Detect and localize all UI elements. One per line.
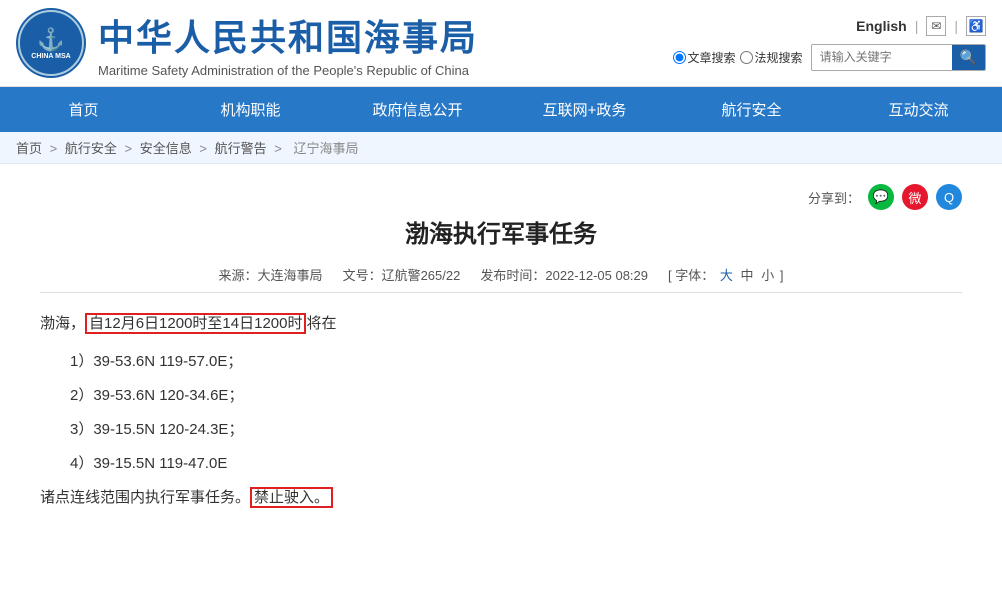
share-weibo-icon[interactable]: 微 [902, 184, 928, 210]
english-link[interactable]: English [856, 18, 907, 34]
source-label: 来源：大连海事局 [219, 265, 323, 284]
top-links: English | ✉ | ♿ [856, 16, 986, 36]
radio-law-input[interactable] [740, 51, 753, 64]
font-medium-btn[interactable]: 中 [741, 268, 754, 283]
article-body: 渤海，自12月6日1200时至14日1200时将在 1）39-53.6N 119… [40, 309, 962, 513]
nav-navigation-safety[interactable]: 航行安全 [668, 87, 835, 132]
breadcrumb-sep1: > [50, 141, 61, 156]
header-right: English | ✉ | ♿ 文章搜索 法规搜索 🔍 [673, 16, 986, 71]
breadcrumb-liaoning: 辽宁海事局 [293, 141, 358, 156]
main-nav: 首页 机构职能 政府信息公开 互联网+政务 航行安全 互动交流 [0, 87, 1002, 132]
radio-law-label: 法规搜索 [755, 49, 803, 66]
coord-row-1: 1）39-53.6N 119-57.0E； [70, 347, 962, 377]
search-button[interactable]: 🔍 [952, 45, 985, 70]
font-large-btn[interactable]: 大 [720, 268, 733, 283]
separator1: | [915, 18, 919, 34]
breadcrumb-safety-info[interactable]: 安全信息 [140, 141, 192, 156]
search-type-radios: 文章搜索 法规搜索 [673, 49, 803, 66]
email-icon[interactable]: ✉ [926, 16, 946, 36]
nav-org[interactable]: 机构职能 [167, 87, 334, 132]
share-row: 分享到： 💬 微 Q [40, 184, 962, 210]
body-paragraph1: 渤海，自12月6日1200时至14日1200时将在 [40, 309, 962, 339]
font-size-control: [ 字体： 大 中 小 ] [668, 265, 783, 284]
accessibility-icon[interactable]: ♿ [966, 16, 986, 36]
breadcrumb-sep2: > [125, 141, 136, 156]
site-title-en: Maritime Safety Administration of the Pe… [98, 63, 478, 78]
coord-row-3: 3）39-15.5N 120-24.3E； [70, 415, 962, 445]
publish-date: 发布时间：2022-12-05 08:29 [480, 265, 648, 284]
source-value: 大连海事局 [258, 268, 323, 283]
body-paragraph2: 诸点连线范围内执行军事任务。禁止驶入。 [40, 483, 962, 513]
highlighted-no-entry: 禁止驶入。 [250, 487, 333, 508]
site-title-cn: 中华人民共和国海事局 [98, 9, 478, 61]
doc-no: 文号：辽航警265/22 [343, 265, 461, 284]
share-label: 分享到： [808, 188, 860, 207]
radio-article[interactable]: 文章搜索 [673, 49, 736, 66]
search-row: 文章搜索 法规搜索 🔍 [673, 44, 986, 71]
main-content: 分享到： 💬 微 Q 渤海执行军事任务 来源：大连海事局 文号：辽航警265/2… [0, 164, 1002, 551]
nav-home[interactable]: 首页 [0, 87, 167, 132]
anchor-icon: ⚓ [37, 27, 64, 53]
breadcrumb-sep3: > [199, 141, 210, 156]
breadcrumb: 首页 > 航行安全 > 安全信息 > 航行警告 > 辽宁海事局 [0, 132, 1002, 164]
header-left: ⚓ CHINA MSA 中华人民共和国海事局 Maritime Safety A… [16, 8, 478, 78]
radio-article-label: 文章搜索 [688, 49, 736, 66]
date-value: 2022-12-05 08:29 [545, 268, 648, 283]
separator2: | [954, 18, 958, 34]
nav-gov-info[interactable]: 政府信息公开 [334, 87, 501, 132]
nav-interaction[interactable]: 互动交流 [835, 87, 1002, 132]
font-small-btn[interactable]: 小 [761, 268, 774, 283]
highlighted-date-range: 自12月6日1200时至14日1200时 [85, 313, 306, 334]
breadcrumb-nav-safety[interactable]: 航行安全 [65, 141, 117, 156]
search-input-wrap: 🔍 [811, 44, 986, 71]
nav-internet-plus[interactable]: 互联网+政务 [501, 87, 668, 132]
logo-text-china-msa: CHINA MSA [31, 53, 70, 60]
coord-row-4: 4）39-15.5N 119-47.0E [70, 449, 962, 479]
search-input[interactable] [812, 46, 952, 68]
body-text-will: 将在 [306, 315, 336, 332]
coordinates-list: 1）39-53.6N 119-57.0E； 2）39-53.6N 120-34.… [70, 347, 962, 479]
font-size-bracket-close: ] [780, 268, 784, 283]
radio-law[interactable]: 法规搜索 [740, 49, 803, 66]
doc-no-value: 辽航警265/22 [382, 268, 461, 283]
body-text-bohai: 渤海， [40, 315, 85, 332]
radio-article-input[interactable] [673, 51, 686, 64]
share-qq-icon[interactable]: Q [936, 184, 962, 210]
article-title: 渤海执行军事任务 [40, 214, 962, 249]
article-meta: 来源：大连海事局 文号：辽航警265/22 发布时间：2022-12-05 08… [40, 265, 962, 284]
page-header: ⚓ CHINA MSA 中华人民共和国海事局 Maritime Safety A… [0, 0, 1002, 87]
coord-row-2: 2）39-53.6N 120-34.6E； [70, 381, 962, 411]
header-title: 中华人民共和国海事局 Maritime Safety Administratio… [98, 9, 478, 78]
font-size-bracket-open: [ [668, 268, 672, 283]
breadcrumb-nav-warning[interactable]: 航行警告 [215, 141, 267, 156]
logo: ⚓ CHINA MSA [16, 8, 86, 78]
body-text-military: 诸点连线范围内执行军事任务。 [40, 489, 250, 506]
share-wechat-icon[interactable]: 💬 [868, 184, 894, 210]
breadcrumb-home[interactable]: 首页 [16, 141, 42, 156]
content-divider [40, 292, 962, 293]
breadcrumb-sep4: > [274, 141, 285, 156]
